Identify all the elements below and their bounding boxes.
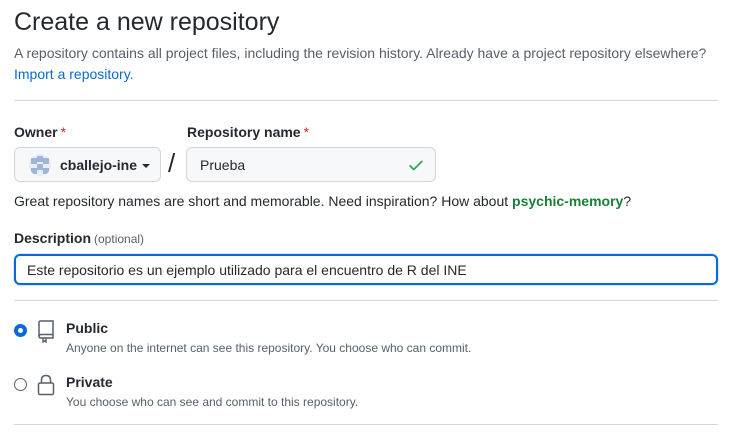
public-option-title: Public xyxy=(66,320,109,336)
owner-label: Owner * xyxy=(14,124,66,140)
divider xyxy=(14,300,718,301)
check-icon xyxy=(409,160,423,170)
repository-name-label-text: Repository name xyxy=(187,124,301,140)
divider xyxy=(14,100,718,101)
repository-name-input[interactable] xyxy=(200,156,407,173)
hint-suffix: ? xyxy=(623,193,632,209)
private-option-description: You choose who can see and commit to thi… xyxy=(66,395,359,409)
owner-label-text: Owner xyxy=(14,124,58,140)
owner-name: cballejo-ine xyxy=(60,156,138,173)
description-input[interactable] xyxy=(27,261,705,278)
repo-icon xyxy=(38,320,54,343)
divider xyxy=(14,424,718,425)
required-mark: * xyxy=(303,124,310,140)
repository-name-label: Repository name * xyxy=(187,124,309,140)
owner-repo-separator: / xyxy=(168,148,176,178)
hint-text: Great repository names are short and mem… xyxy=(14,193,509,209)
lock-icon xyxy=(37,374,55,396)
name-suggestion-link[interactable]: psychic-memory xyxy=(512,193,623,209)
public-radio[interactable] xyxy=(14,324,27,337)
repository-name-field[interactable] xyxy=(186,147,436,182)
public-option-description: Anyone on the internet can see this repo… xyxy=(66,341,472,355)
owner-dropdown[interactable]: cballejo-ine xyxy=(14,147,161,182)
import-repository-link[interactable]: Import a repository. xyxy=(14,66,134,82)
chevron-down-icon xyxy=(142,163,151,168)
required-mark: * xyxy=(60,124,67,140)
description-label: Description (optional) xyxy=(14,230,144,246)
description-field[interactable] xyxy=(14,254,718,285)
page-subtitle: A repository contains all project files,… xyxy=(14,43,729,85)
avatar xyxy=(29,153,51,176)
optional-tag: (optional) xyxy=(94,232,145,246)
description-label-text: Description xyxy=(14,230,92,246)
repository-name-hint: Great repository names are short and mem… xyxy=(14,193,631,209)
private-option-title: Private xyxy=(66,374,113,390)
subtitle-text: A repository contains all project files,… xyxy=(14,45,707,61)
page-title: Create a new repository xyxy=(14,8,280,36)
private-radio[interactable] xyxy=(14,378,27,391)
